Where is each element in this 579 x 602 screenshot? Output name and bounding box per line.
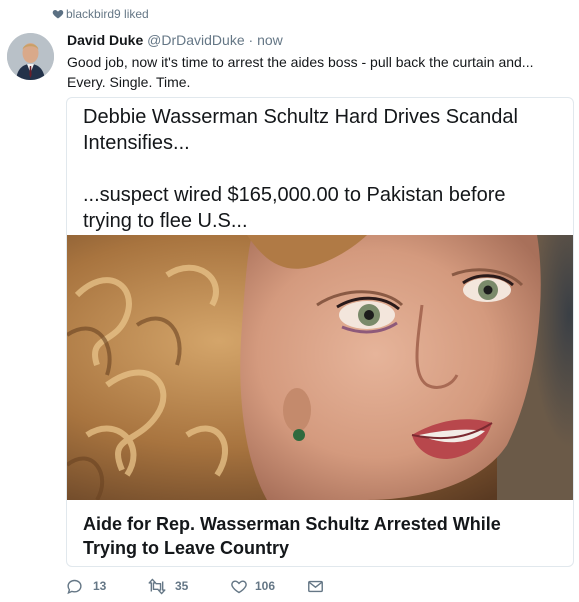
card-subline: ...suspect wired $165,000.00 to Pakistan… bbox=[83, 184, 506, 232]
author-handle[interactable]: @DrDavidDuke bbox=[147, 32, 244, 48]
tweet-timestamp[interactable]: now bbox=[257, 32, 283, 48]
liked-by-text[interactable]: blackbird9 liked bbox=[66, 7, 149, 21]
card-title[interactable]: Aide for Rep. Wasserman Schultz Arrested… bbox=[67, 500, 573, 566]
like-button[interactable]: 106 bbox=[230, 576, 300, 598]
avatar[interactable] bbox=[7, 33, 54, 80]
envelope-icon bbox=[308, 580, 323, 593]
tweet-text-line: Good job, now it's time to arrest the ai… bbox=[67, 54, 534, 70]
header-separator: · bbox=[248, 32, 254, 48]
tweet-actions: 13 35 106 bbox=[66, 576, 466, 598]
tweet-header: David Duke @DrDavidDuke · now bbox=[67, 32, 283, 48]
link-card[interactable]: Debbie Wasserman Schultz Hard Drives Sca… bbox=[66, 97, 574, 567]
retweet-button[interactable]: 35 bbox=[147, 576, 207, 598]
card-headline: Debbie Wasserman Schultz Hard Drives Sca… bbox=[83, 106, 518, 154]
direct-message-button[interactable] bbox=[307, 576, 329, 598]
heart-outline-icon bbox=[231, 580, 247, 594]
retweet-icon bbox=[148, 578, 166, 595]
author-name[interactable]: David Duke bbox=[67, 32, 143, 48]
tweet-text-line: Every. Single. Time. bbox=[67, 74, 191, 90]
reply-button[interactable]: 13 bbox=[66, 576, 126, 598]
reply-count: 13 bbox=[93, 579, 107, 593]
social-context: blackbird9 liked bbox=[0, 0, 579, 28]
portrait-photo bbox=[67, 235, 573, 502]
card-text-banner: Debbie Wasserman Schultz Hard Drives Sca… bbox=[67, 98, 573, 235]
heart-icon bbox=[52, 10, 64, 19]
reply-icon bbox=[67, 579, 82, 595]
card-image[interactable] bbox=[67, 235, 573, 502]
tweet-text: Good job, now it's time to arrest the ai… bbox=[67, 52, 567, 92]
avatar-image bbox=[7, 33, 54, 80]
like-count: 106 bbox=[255, 579, 276, 593]
retweet-count: 35 bbox=[175, 579, 189, 593]
